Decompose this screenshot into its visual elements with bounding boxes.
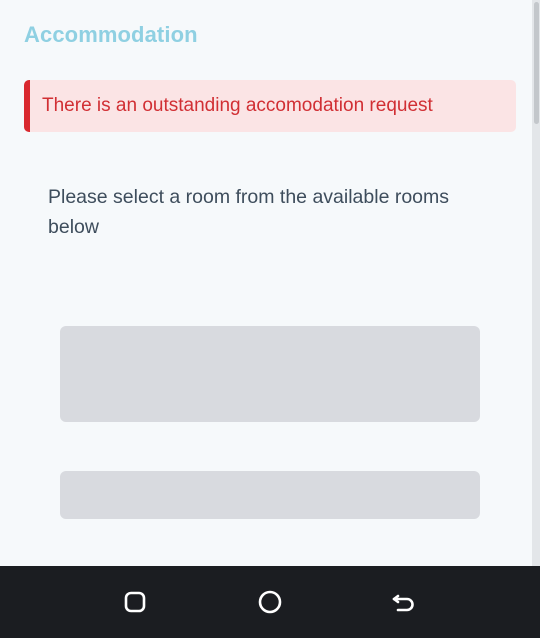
alert-message: There is an outstanding accomodation req… (42, 95, 433, 116)
back-button[interactable] (386, 584, 422, 620)
scrollbar-thumb[interactable] (534, 2, 539, 124)
outstanding-request-alert: There is an outstanding accomodation req… (24, 80, 516, 132)
submit-button-placeholder[interactable] (60, 471, 480, 519)
recent-apps-button[interactable] (117, 584, 153, 620)
room-select-placeholder[interactable] (60, 326, 480, 422)
recent-apps-icon (124, 591, 146, 613)
accommodation-screen: Accommodation There is an outstanding ac… (0, 0, 540, 638)
room-selection-instructions: Please select a room from the available … (48, 186, 450, 238)
scrollbar[interactable] (532, 0, 540, 566)
home-icon (258, 590, 282, 614)
system-navigation-bar (0, 566, 540, 638)
back-icon (392, 594, 414, 612)
page-title: Accommodation (24, 22, 198, 47)
home-button[interactable] (252, 584, 288, 620)
